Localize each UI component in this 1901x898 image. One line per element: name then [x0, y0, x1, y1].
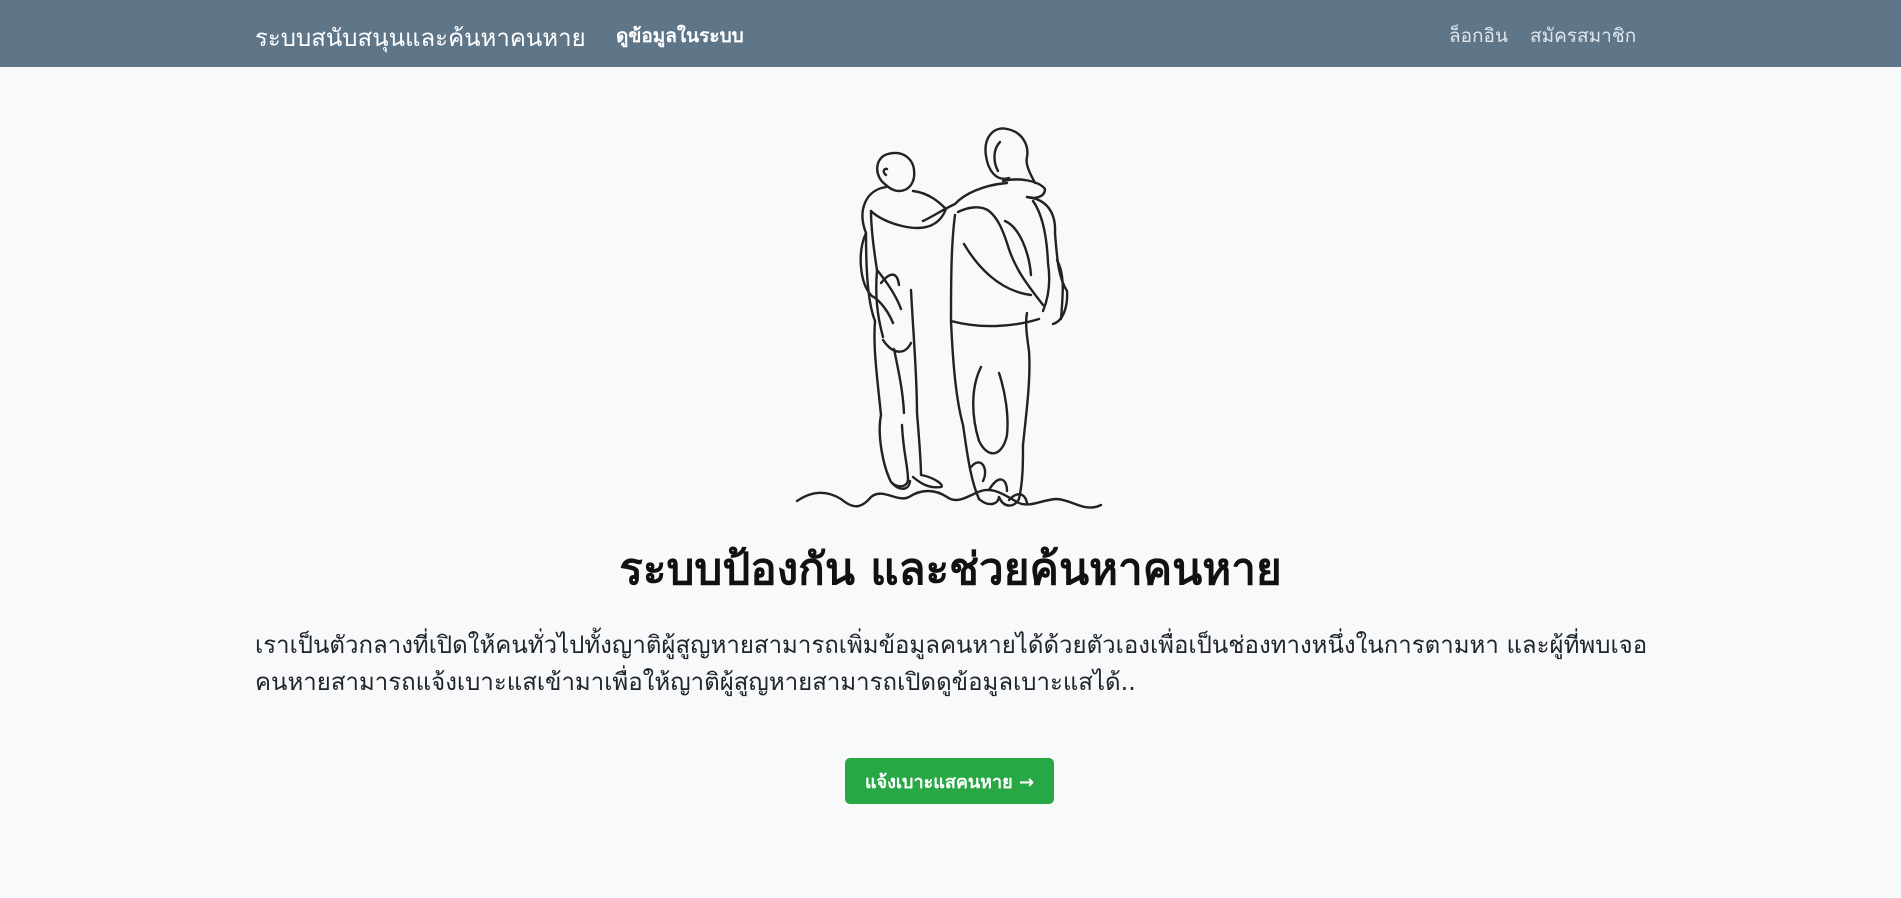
nav-view-data-link[interactable]: ดูข้อมูลในระบบ: [616, 21, 744, 51]
top-navbar: ระบบสนับสนุนและค้นหาคนหาย ดูข้อมูลในระบบ…: [0, 0, 1901, 67]
site-brand-link[interactable]: ระบบสนับสนุนและค้นหาคนหาย: [255, 18, 586, 57]
hero-title: ระบบป้องกัน และช่วยค้นหาคนหาย: [619, 544, 1282, 595]
nav-login-link[interactable]: ล็อกอิน: [1449, 21, 1508, 51]
nav-register-link[interactable]: สมัครสมาชิก: [1530, 21, 1636, 51]
two-people-line-art-icon: [795, 127, 1103, 509]
report-missing-person-button[interactable]: แจ้งเบาะแสคนหาย →: [845, 758, 1054, 804]
hero-description: เราเป็นตัวกลางที่เปิดให้คนทั่วไปทั้งญาติ…: [255, 631, 1648, 696]
